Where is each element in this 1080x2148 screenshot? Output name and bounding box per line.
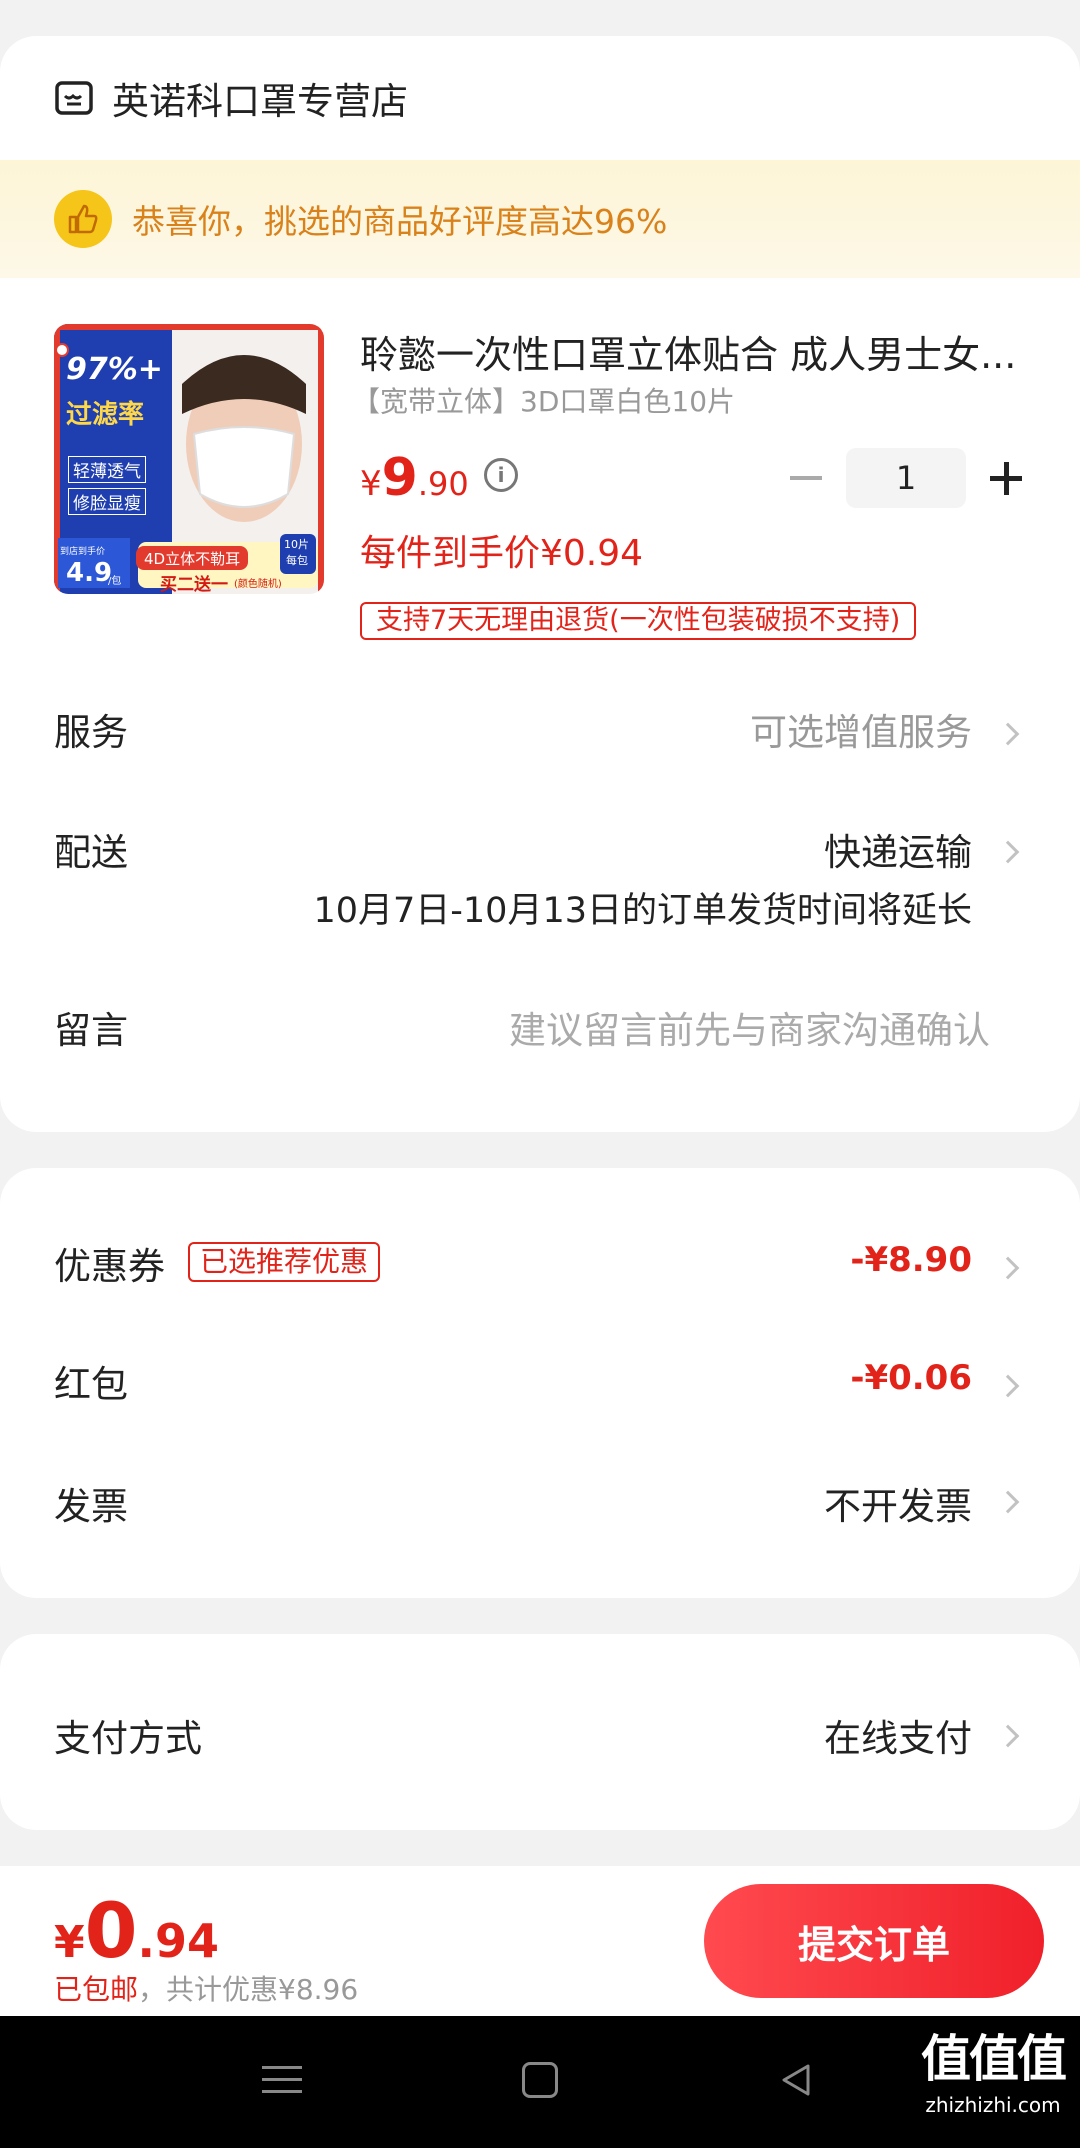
shipping-status: 已包邮 (54, 1973, 139, 2006)
payment-label: 支付方式 (54, 1717, 202, 1760)
payment-row[interactable]: 支付方式 在线支付 (0, 1708, 1080, 1768)
redpacket-value: -¥0.06 (850, 1358, 972, 1398)
product-price: ¥ 9 .90 (360, 448, 469, 508)
back-icon[interactable] (776, 2060, 816, 2100)
price-integer: 9 (381, 448, 418, 508)
order-card: 英诺科口罩专营店 恭喜你，挑选的商品好评度高达96% 97%+ 过滤率 轻薄透气… (0, 36, 1080, 1132)
image-feature-2: 修脸显瘦 (68, 488, 146, 515)
invoice-row[interactable]: 发票 不开发票 (0, 1476, 1080, 1536)
service-value: 可选增值服务 (750, 711, 972, 754)
shop-header[interactable]: 英诺科口罩专营店 (0, 36, 1080, 160)
return-policy-tag: 支持7天无理由退货(一次性包装破损不支持) (360, 602, 917, 640)
info-icon[interactable]: i (484, 458, 518, 492)
invoice-label: 发票 (54, 1485, 128, 1528)
image-pack-sub: 每包 (286, 554, 308, 567)
image-badge-2: 买二送一 (160, 575, 228, 594)
redpacket-row[interactable]: 红包 -¥0.06 (0, 1354, 1080, 1414)
submit-order-button[interactable]: 提交订单 (704, 1884, 1044, 1998)
coupon-row[interactable]: 优惠券 已选推荐优惠 -¥8.90 (0, 1236, 1080, 1296)
total-decimal: .94 (137, 1914, 220, 1968)
image-feature-1: 轻薄透气 (68, 456, 146, 483)
redpacket-label: 红包 (54, 1363, 128, 1406)
chevron-right-icon (996, 1374, 1020, 1398)
coupon-value: -¥8.90 (850, 1240, 972, 1280)
unit-final-price: 每件到手价¥0.94 (360, 533, 644, 574)
praise-banner: 恭喜你，挑选的商品好评度高达96% (0, 160, 1080, 278)
chevron-right-icon (996, 1724, 1020, 1748)
checkout-bar: ¥ 0 .94 已包邮，共计优惠¥8.96 提交订单 (0, 1866, 1080, 2016)
total-integer: 0 (84, 1886, 138, 1975)
thumbs-up-icon (54, 190, 112, 248)
product-title[interactable]: 聆懿一次性口罩立体贴合 成人男士女... (360, 324, 1020, 379)
watermark-sub: zhizhizhi.com (925, 2093, 1061, 2117)
payment-value: 在线支付 (824, 1717, 972, 1760)
home-icon[interactable] (522, 2062, 558, 2098)
chevron-right-icon (996, 840, 1020, 864)
product-spec[interactable]: 【宽带立体】3D口罩白色10片 (352, 380, 735, 420)
service-label: 服务 (54, 711, 128, 754)
image-price-tag: 4.9 (66, 558, 113, 588)
delivery-label: 配送 (54, 831, 128, 874)
watermark-logo: 值值值 zhizhizhi.com (918, 2026, 1068, 2138)
price-decimal: .90 (417, 465, 469, 503)
praise-text: 恭喜你，挑选的商品好评度高达96% (132, 202, 668, 241)
total-symbol: ¥ (54, 1917, 85, 1968)
price-symbol: ¥ (360, 464, 382, 504)
product-item: 97%+ 过滤率 轻薄透气 修脸显瘦 到店到手价 4.9 /包 4D立体不勒耳 … (0, 278, 1080, 698)
shipping-summary: 已包邮，共计优惠¥8.96 (54, 1968, 358, 2008)
invoice-value: 不开发票 (824, 1485, 972, 1528)
recents-icon[interactable] (262, 2060, 302, 2100)
delivery-notice: 10月7日-10月13日的订单发货时间将延长 (313, 891, 972, 931)
image-pack: 10片 (284, 538, 309, 551)
chevron-right-icon (996, 1490, 1020, 1514)
image-price-unit: /包 (108, 576, 122, 587)
chevron-right-icon (996, 722, 1020, 746)
quantity-decrease-button[interactable] (786, 452, 826, 504)
service-row[interactable]: 服务 可选增值服务 (0, 702, 1080, 782)
image-filter-text: 97%+ (66, 352, 163, 387)
message-label: 留言 (54, 1009, 128, 1052)
shop-icon (55, 81, 93, 115)
product-image[interactable]: 97%+ 过滤率 轻薄透气 修脸显瘦 到店到手价 4.9 /包 4D立体不勒耳 … (54, 324, 324, 594)
message-input[interactable]: 建议留言前先与商家沟通确认 (509, 1000, 990, 1054)
image-filter-sub: 过滤率 (66, 400, 145, 430)
discount-total: ，共计优惠¥8.96 (138, 1973, 359, 2006)
coupon-label: 优惠券 (54, 1245, 165, 1288)
delivery-row[interactable]: 配送 快递运输 10月7日-10月13日的订单发货时间将延长 (0, 822, 1080, 942)
total-price: ¥ 0 .94 (54, 1886, 219, 1975)
quantity-increase-button[interactable] (986, 452, 1026, 504)
message-row[interactable]: 留言 建议留言前先与商家沟通确认 (0, 1000, 1080, 1080)
image-badge-1: 4D立体不勒耳 (144, 550, 241, 568)
system-nav-bar: 值值值 zhizhizhi.com (0, 2016, 1080, 2148)
image-price-label: 到店到手价 (60, 547, 106, 557)
payment-card: 支付方式 在线支付 (0, 1634, 1080, 1830)
image-badge-2-sub: (颜色随机) (234, 579, 282, 590)
quantity-input[interactable]: 1 (846, 448, 966, 508)
delivery-value: 快递运输 (824, 831, 972, 874)
chevron-right-icon (996, 1256, 1020, 1280)
watermark-main: 值值值 (921, 2030, 1067, 2088)
coupon-tag: 已选推荐优惠 (188, 1242, 381, 1282)
shop-name: 英诺科口罩专营店 (112, 80, 408, 123)
discount-card: 优惠券 已选推荐优惠 -¥8.90 红包 -¥0.06 发票 不开发票 (0, 1168, 1080, 1598)
